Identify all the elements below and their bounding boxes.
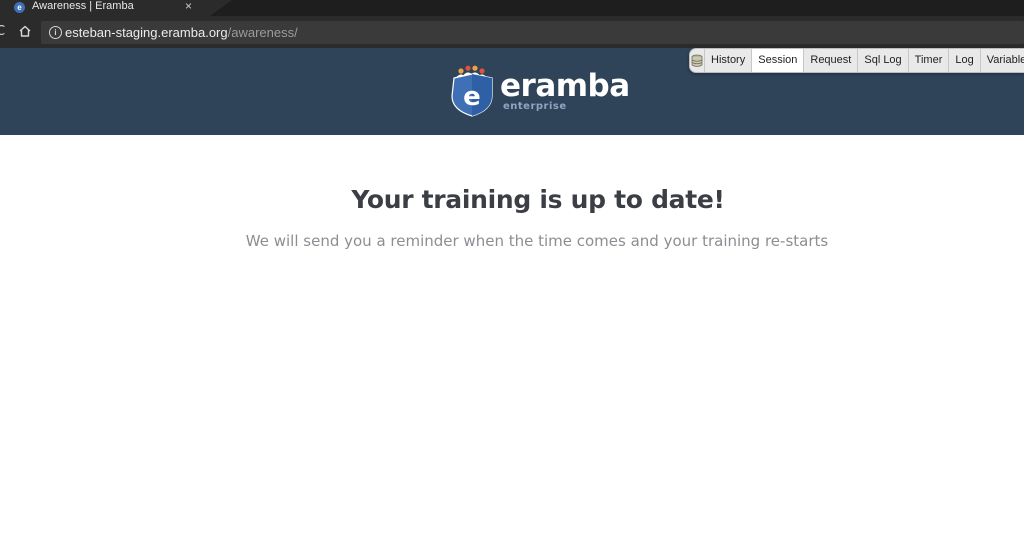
debug-tab-request[interactable]: Request xyxy=(804,49,859,72)
url-path: /awareness/ xyxy=(227,25,298,40)
svg-text:e: e xyxy=(463,82,481,112)
tab-edge xyxy=(210,0,232,16)
home-icon[interactable] xyxy=(18,24,32,38)
info-icon[interactable]: i xyxy=(49,26,62,39)
debug-tab-log[interactable]: Log xyxy=(949,49,981,72)
browser-tab[interactable]: e Awareness | Eramba × xyxy=(0,0,210,16)
eramba-favicon-icon: e xyxy=(14,2,25,13)
debug-tab-session[interactable]: Session xyxy=(752,49,805,72)
url-text[interactable]: esteban-staging.eramba.org/awareness/ xyxy=(65,24,298,42)
tab-title: Awareness | Eramba xyxy=(32,0,134,12)
page-subtext: We will send you a reminder when the tim… xyxy=(245,232,829,250)
brand-name: eramba xyxy=(500,68,630,104)
browser-tab-strip: e Awareness | Eramba × xyxy=(0,0,1024,16)
brand-edition: enterprise xyxy=(503,101,567,112)
close-icon[interactable]: × xyxy=(185,0,192,14)
debug-toolbar: History Session Request Sql Log Timer Lo… xyxy=(689,48,1024,73)
debug-tab-variables[interactable]: Variables xyxy=(981,49,1024,72)
debug-tab-sql-log[interactable]: Sql Log xyxy=(858,49,909,72)
debug-tab-timer[interactable]: Timer xyxy=(909,49,950,72)
database-icon[interactable] xyxy=(690,49,705,72)
reload-icon[interactable]: C xyxy=(0,24,5,40)
url-host: esteban-staging.eramba.org xyxy=(65,25,228,40)
debug-tab-history[interactable]: History xyxy=(705,49,753,72)
page-heading: Your training is up to date! xyxy=(351,185,725,214)
